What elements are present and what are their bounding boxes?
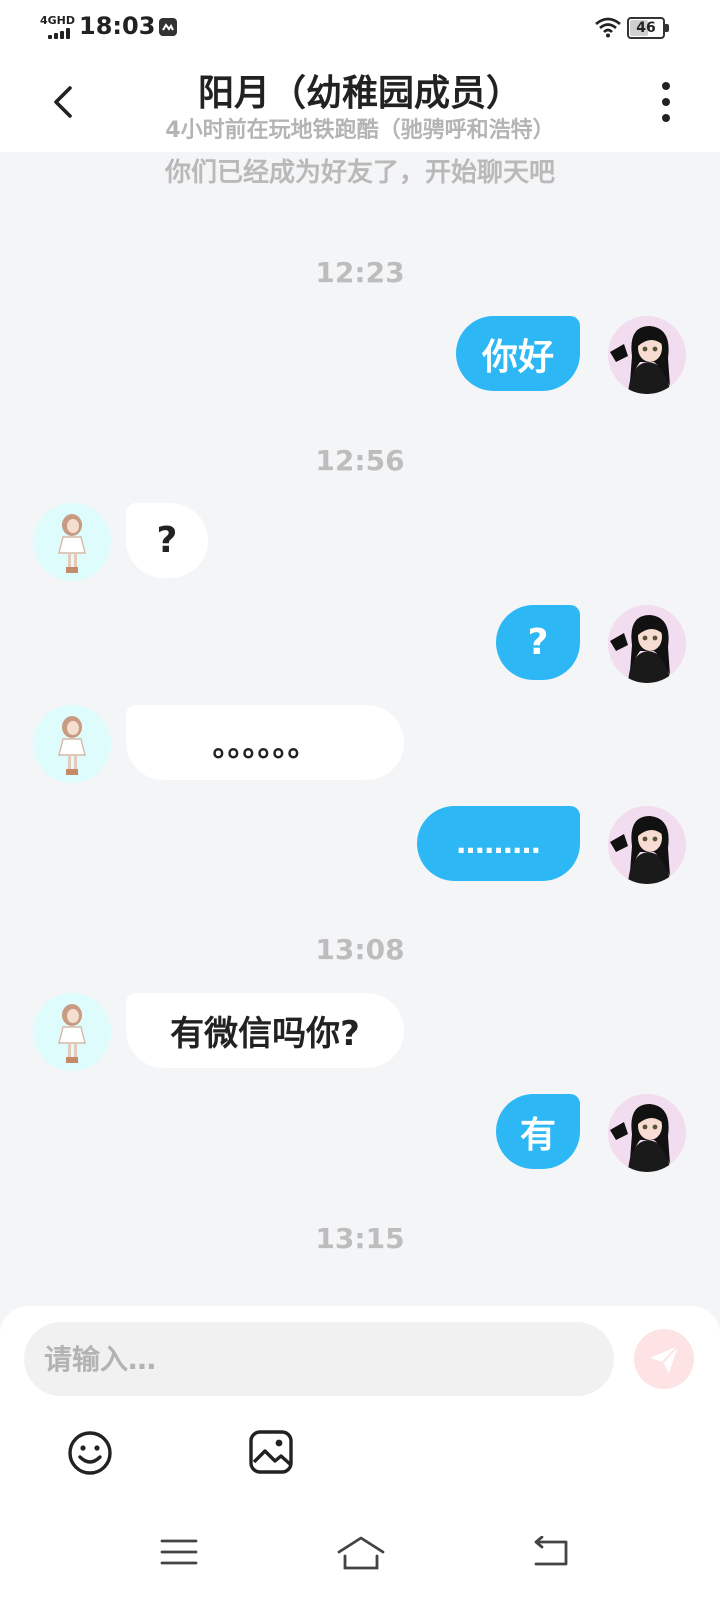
network-type: 4GHD — [40, 14, 76, 27]
wifi-icon — [595, 17, 621, 38]
more-vertical-icon[interactable] — [658, 82, 674, 122]
timestamp: 12:56 — [315, 444, 405, 477]
timestamp: 12:23 — [315, 256, 405, 289]
back-icon[interactable] — [530, 1536, 570, 1568]
send-button[interactable] — [634, 1329, 694, 1389]
message-bubble-sent[interactable]: ? — [496, 605, 580, 680]
system-message: 你们已经成为好友了，开始聊天吧 — [164, 158, 555, 188]
image-icon[interactable] — [248, 1429, 294, 1475]
my-avatar[interactable] — [608, 605, 686, 683]
battery-icon: 46 — [627, 17, 669, 39]
message-bubble-received[interactable]: 有微信吗你? — [126, 993, 404, 1068]
message-input[interactable] — [24, 1322, 614, 1396]
contact-avatar[interactable] — [33, 993, 111, 1071]
contact-avatar[interactable] — [33, 705, 111, 783]
message-bubble-sent[interactable]: 有 — [496, 1094, 580, 1169]
contact-avatar[interactable] — [33, 503, 111, 581]
message-bubble-received[interactable]: ? — [126, 503, 208, 578]
my-avatar[interactable] — [608, 316, 686, 394]
my-avatar[interactable] — [608, 806, 686, 884]
timestamp: 13:08 — [315, 933, 405, 966]
battery-level: 46 — [636, 20, 656, 36]
emoji-icon[interactable] — [66, 1429, 114, 1477]
send-icon — [650, 1345, 679, 1373]
timestamp: 13:15 — [315, 1222, 405, 1255]
my-avatar[interactable] — [608, 1094, 686, 1172]
page-title: 阳月（幼稚园成员） — [197, 73, 522, 114]
message-bubble-sent[interactable]: ……… — [417, 806, 580, 881]
chat-header: 阳月（幼稚园成员） 4小时前在玩地铁跑酷（驰骋呼和浩特） — [0, 56, 720, 152]
app-notification-icon — [159, 18, 177, 36]
cellular-signal-icon: 4GHD — [40, 14, 76, 40]
home-icon[interactable] — [336, 1534, 386, 1570]
status-bar: 4GHD 18:03 46 — [0, 0, 720, 56]
message-bubble-sent[interactable]: 你好 — [456, 316, 580, 391]
menu-icon[interactable] — [160, 1538, 198, 1566]
presence-status: 4小时前在玩地铁跑酷（驰骋呼和浩特） — [165, 118, 555, 143]
message-bubble-received[interactable]: 。。。。。。 — [126, 705, 404, 780]
status-time: 18:03 — [79, 12, 156, 40]
